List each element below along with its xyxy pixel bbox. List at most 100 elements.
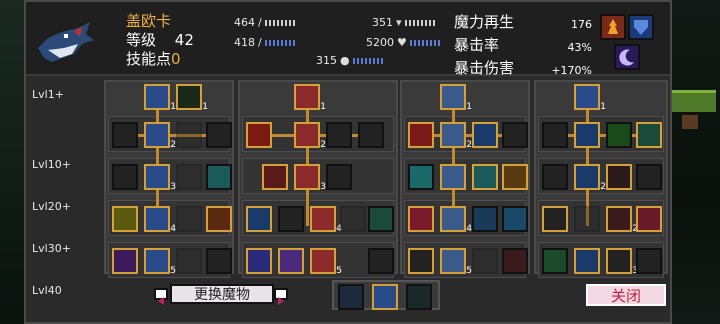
skill-slot-cross[interactable] <box>246 248 272 274</box>
skill-count: 1 <box>320 102 326 112</box>
skill-slot-skull[interactable] <box>502 206 528 232</box>
skill-slot-moon[interactable] <box>636 122 662 148</box>
stat-crit-rate: 暴击率 43% <box>454 35 592 58</box>
defense-bar <box>404 19 437 26</box>
crit-damage-label: 暴击伤害 <box>454 59 515 77</box>
skill-slot-cross-green[interactable] <box>542 248 568 274</box>
skill-slot-sword[interactable] <box>326 122 352 148</box>
moon-buff-icon[interactable] <box>614 44 640 70</box>
skill-slot-wing[interactable]: 2 <box>440 122 472 150</box>
skill-slot-storm[interactable] <box>472 206 498 232</box>
skill-slot-locked <box>176 206 202 232</box>
close-button[interactable]: 关闭 <box>586 284 666 306</box>
heart-icon: ♥ <box>397 36 407 49</box>
skill-slot-crt[interactable] <box>542 122 568 148</box>
skill-slot-slash[interactable]: 3 <box>294 164 326 192</box>
weapon-slot-1[interactable] <box>338 284 364 310</box>
skill-slot-feather[interactable]: 5 <box>144 248 176 276</box>
crit-rate-value: 43% <box>567 41 592 54</box>
skill-slot-spikes[interactable] <box>472 122 498 148</box>
skill-slot-blade[interactable] <box>358 122 384 148</box>
skill-slot-target[interactable]: 2 <box>606 206 638 234</box>
skill-slot-gear-blue[interactable] <box>574 122 600 148</box>
stat-speed: 315 ● <box>316 54 385 67</box>
skill-slot-heart[interactable] <box>502 122 528 148</box>
skill-slot-feather[interactable]: 2 <box>144 122 176 150</box>
skill-slot-shield[interactable] <box>502 248 528 274</box>
skill-slot-ghost[interactable] <box>278 206 304 232</box>
skill-slot-wing[interactable]: 4 <box>440 206 472 234</box>
stat-attack: 464 / <box>234 16 297 29</box>
weapon-slot-3[interactable] <box>406 284 432 310</box>
skill-slot-whirl[interactable] <box>206 164 232 190</box>
skill-slot-cd[interactable] <box>542 206 568 232</box>
link-line <box>556 134 646 137</box>
skill-slot-gear[interactable] <box>502 164 528 190</box>
skill-slot-plus[interactable] <box>636 164 662 190</box>
stat-crit: 418 / <box>234 36 297 49</box>
next-monster-button[interactable] <box>274 288 288 305</box>
skill-slot-crown[interactable] <box>112 206 138 232</box>
skill-slot-feather[interactable]: 1 <box>144 84 176 112</box>
skill-slot-demon[interactable] <box>206 206 232 232</box>
skill-slot-feather[interactable]: 4 <box>144 206 176 234</box>
skill-slot-claw[interactable] <box>112 122 138 148</box>
skill-slot-crt[interactable] <box>206 122 232 148</box>
level-30-label: Lvl30+ <box>32 242 71 255</box>
skill-slot-burst[interactable] <box>408 206 434 232</box>
skill-slot-target[interactable] <box>606 164 632 190</box>
skill-slot-locked <box>472 248 498 274</box>
weapon-slot-2[interactable] <box>372 284 398 310</box>
skill-slot-blade-blue[interactable]: 1 <box>574 84 606 112</box>
speed-bar <box>352 57 385 64</box>
shield-buff-icon[interactable] <box>628 14 654 40</box>
weapon-selector <box>332 280 440 310</box>
skill-slot-orb[interactable] <box>408 164 434 190</box>
skill-slot-fire[interactable] <box>246 122 272 148</box>
skill-slot-blood[interactable] <box>262 164 288 190</box>
fire-buff-icon[interactable] <box>600 14 626 40</box>
skill-slot-wing[interactable]: 1 <box>440 84 472 112</box>
skill-slot-claw-blue[interactable] <box>574 248 600 274</box>
skill-slot-figure[interactable] <box>606 122 632 148</box>
attack-value: 464 <box>234 16 255 29</box>
skill-slot-shield-red[interactable] <box>408 122 434 148</box>
monster-portrait <box>38 22 94 62</box>
skill-slot-feather[interactable]: 3 <box>144 164 176 192</box>
health-bar <box>409 39 442 46</box>
level-value: 42 <box>174 31 194 49</box>
skill-slot-ring[interactable] <box>368 206 394 232</box>
skill-slot-cd[interactable] <box>408 248 434 274</box>
skill-slot-wing[interactable] <box>440 164 466 190</box>
mana-regen-label: 魔力再生 <box>454 13 515 31</box>
skill-slot-heart[interactable] <box>368 248 394 274</box>
sword-icon: / <box>258 16 262 29</box>
skill-slot-arm[interactable]: 2 <box>574 164 606 192</box>
skill-slot-green-gem[interactable]: 1 <box>176 84 208 112</box>
background-right <box>670 0 720 324</box>
switch-monster-button[interactable]: 更换魔物 <box>170 284 274 304</box>
crit-bar <box>264 39 297 46</box>
skill-slot-slash[interactable]: 4 <box>310 206 342 234</box>
stat-health: 5200 ♥ <box>366 36 442 49</box>
header: 盖欧卡 等级 42 技能点0 464 / 418 / 351 ▾ 5200 ♥ … <box>26 2 670 77</box>
skill-slot-bars[interactable] <box>542 164 568 190</box>
skill-slot-staff[interactable] <box>112 248 138 274</box>
skill-slot-wave[interactable] <box>326 164 352 190</box>
skill-slot-beast[interactable] <box>278 248 304 274</box>
skill-slot-locked <box>176 248 202 274</box>
skill-slot-heart[interactable] <box>112 164 138 190</box>
skill-slot-demon[interactable] <box>636 206 662 232</box>
level-40-label: Lvl40 <box>32 284 62 297</box>
prev-monster-button[interactable] <box>154 288 168 305</box>
skill-slot-claw[interactable] <box>206 248 232 274</box>
skill-slot-bars[interactable] <box>636 248 662 274</box>
skill-slot-slash[interactable]: 1 <box>294 84 326 112</box>
skill-slot-wings[interactable] <box>246 206 272 232</box>
skill-slot-wing[interactable]: 5 <box>440 248 472 276</box>
skill-slot-slash[interactable]: 2 <box>294 122 326 150</box>
skill-slot-heart-shield[interactable] <box>472 164 498 190</box>
skill-slot-slash[interactable]: 5 <box>310 248 342 276</box>
skill-tree-2: 1 2 3 4 5 <box>238 80 398 278</box>
skill-slot-bars[interactable]: 3 <box>606 248 638 276</box>
